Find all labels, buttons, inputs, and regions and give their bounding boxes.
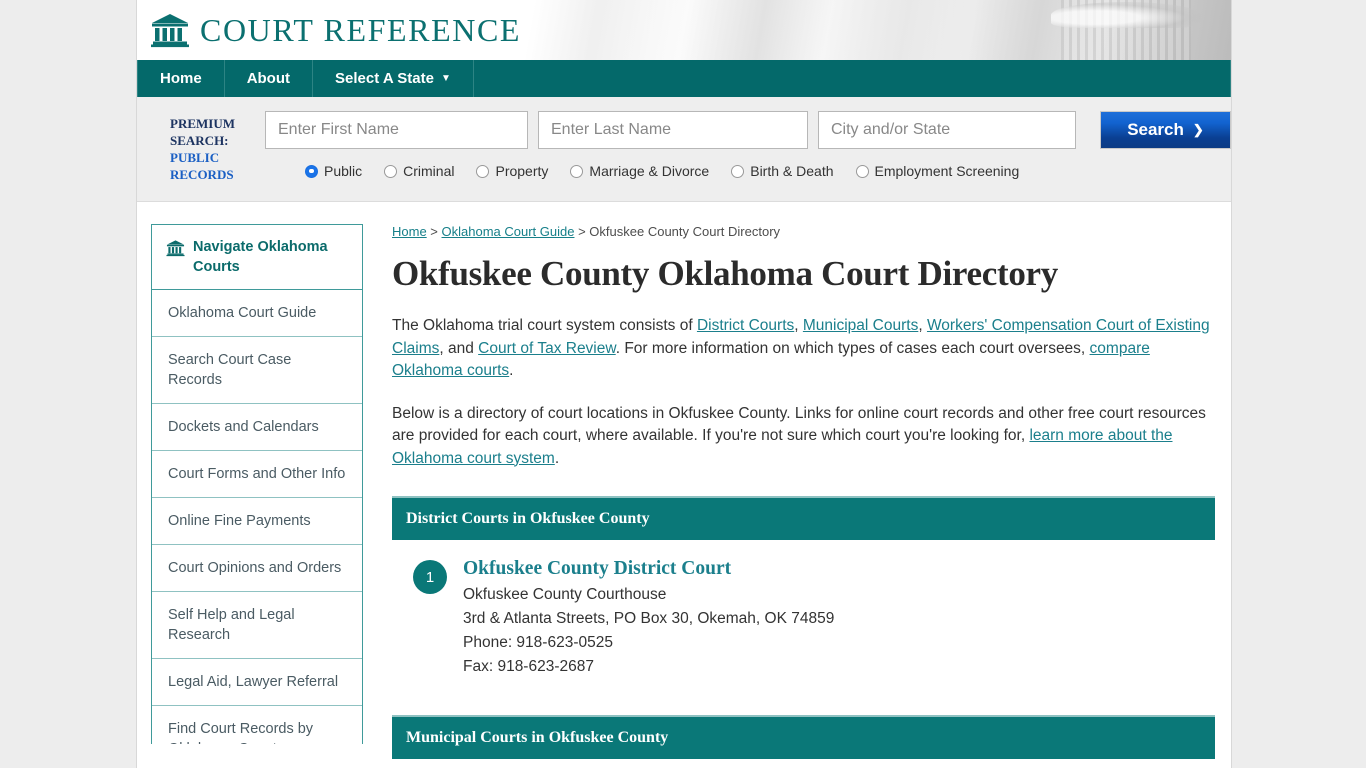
chevron-right-icon: ❯: [1192, 122, 1204, 137]
radio-label-criminal: Criminal: [403, 163, 455, 179]
radio-option-public[interactable]: Public: [305, 163, 362, 179]
court-building-name: Okfuskee County Courthouse: [463, 586, 667, 603]
sidebar-item-search-court-case-records[interactable]: Search Court Case Records: [152, 337, 362, 404]
court-phone: Phone: 918-623-0525: [463, 634, 613, 651]
site-logo[interactable]: COURT REFERENCE: [137, 0, 1231, 60]
premium-label-line-4: RECORDS: [170, 167, 234, 182]
para1-text-5: . For more information on which types of…: [615, 339, 1090, 357]
sidebar-header: Navigate Oklahoma Courts: [152, 225, 362, 290]
sidebar-item-court-forms-and-other-info[interactable]: Court Forms and Other Info: [152, 451, 362, 498]
court-listing: 1 Okfuskee County District Court Okfuske…: [392, 540, 1215, 689]
radio-label-property: Property: [495, 163, 549, 179]
para2-text-2: .: [554, 449, 560, 467]
sidebar-item-court-opinions-and-orders[interactable]: Court Opinions and Orders: [152, 545, 362, 592]
nav-item-select-a-state[interactable]: Select A State ▼: [313, 60, 474, 97]
premium-label-line-2: SEARCH:: [170, 133, 229, 148]
main-navigation: Home About Select A State ▼: [137, 60, 1231, 97]
sidebar-item-dockets-and-calendars[interactable]: Dockets and Calendars: [152, 404, 362, 451]
radio-label-employment-screening: Employment Screening: [874, 163, 1020, 179]
intro-paragraph-1: The Oklahoma trial court system consists…: [392, 315, 1215, 383]
premium-search-bar: PREMIUM SEARCH: PUBLIC RECORDS Search ❯: [137, 97, 1231, 202]
radio-option-employment-screening[interactable]: Employment Screening: [855, 163, 1020, 179]
breadcrumb: Home > Oklahoma Court Guide > Okfuskee C…: [392, 224, 1215, 239]
search-button-label: Search: [1127, 120, 1184, 139]
radio-option-birth-death[interactable]: Birth & Death: [731, 163, 834, 179]
court-address: 3rd & Atlanta Streets, PO Box 30, Okemah…: [463, 610, 835, 627]
para1-text-6: .: [509, 362, 514, 379]
link-municipal-courts[interactable]: Municipal Courts: [803, 317, 918, 334]
breadcrumb-link-oklahoma-court-guide[interactable]: Oklahoma Court Guide: [442, 224, 575, 239]
sidebar-item-legal-aid-lawyer-referral[interactable]: Legal Aid, Lawyer Referral: [152, 659, 362, 706]
sidebar-item-online-fine-payments[interactable]: Online Fine Payments: [152, 498, 362, 545]
content-area: Navigate Oklahoma Courts Oklahoma Court …: [137, 202, 1231, 759]
radio-label-birth-death: Birth & Death: [750, 163, 834, 179]
para1-text-1: The Oklahoma trial court system consists…: [392, 317, 697, 334]
link-district-courts[interactable]: District Courts: [697, 317, 794, 334]
nav-item-about-label: About: [246, 70, 291, 87]
sidebar-item-self-help-and-legal-research[interactable]: Self Help and Legal Research: [152, 592, 362, 659]
premium-search-label: PREMIUM SEARCH: PUBLIC RECORDS: [170, 111, 265, 183]
radio-option-property[interactable]: Property: [476, 163, 548, 179]
last-name-input[interactable]: [538, 111, 808, 149]
intro-paragraph-2: Below is a directory of court locations …: [392, 403, 1215, 471]
search-category-radios: Public Criminal Property Marriage & Divo…: [265, 163, 1231, 179]
section-heading-district-courts: District Courts in Okfuskee County: [392, 496, 1215, 540]
page-title: Okfuskee County Oklahoma Court Directory: [392, 254, 1058, 293]
radio-indicator-marriage-divorce[interactable]: [570, 164, 584, 178]
sidebar-header-label: Navigate Oklahoma Courts: [193, 239, 328, 275]
search-field-row: Search ❯: [265, 111, 1231, 149]
courthouse-icon: [150, 12, 190, 48]
nav-spacer: [474, 60, 1231, 97]
first-name-input[interactable]: [265, 111, 528, 149]
radio-indicator-criminal[interactable]: [384, 164, 398, 178]
radio-option-marriage-divorce[interactable]: Marriage & Divorce: [570, 163, 709, 179]
breadcrumb-separator-2: >: [574, 224, 590, 239]
radio-indicator-public[interactable]: [305, 164, 318, 178]
courthouse-icon: [166, 237, 185, 257]
city-state-input[interactable]: [818, 111, 1076, 149]
court-name-link[interactable]: Okfuskee County District Court: [463, 558, 1215, 580]
nav-item-select-a-state-label: Select A State: [335, 70, 434, 87]
para1-text-3: ,: [918, 317, 927, 334]
para1-text-2: ,: [794, 317, 803, 334]
radio-indicator-property[interactable]: [476, 164, 490, 178]
premium-label-line-1: PREMIUM: [170, 116, 235, 131]
premium-label-line-3: PUBLIC: [170, 150, 220, 165]
radio-option-criminal[interactable]: Criminal: [384, 163, 454, 179]
breadcrumb-link-home[interactable]: Home: [392, 224, 427, 239]
radio-label-marriage-divorce: Marriage & Divorce: [589, 163, 710, 179]
masthead: COURT REFERENCE: [137, 0, 1231, 60]
radio-indicator-birth-death[interactable]: [731, 164, 745, 178]
nav-item-home[interactable]: Home: [137, 60, 225, 97]
sidebar-item-oklahoma-court-guide[interactable]: Oklahoma Court Guide: [152, 290, 362, 337]
chevron-down-icon: ▼: [440, 73, 451, 84]
page-container: COURT REFERENCE Home About Select A Stat…: [136, 0, 1232, 768]
breadcrumb-separator-1: >: [426, 224, 442, 239]
link-court-of-tax-review[interactable]: Court of Tax Review: [478, 340, 616, 357]
sidebar-item-find-court-records-by-oklahoma-county[interactable]: Find Court Records by Oklahoma County: [152, 706, 362, 744]
search-button[interactable]: Search ❯: [1100, 111, 1231, 149]
para1-text-4: , and: [439, 339, 479, 357]
nav-item-about[interactable]: About: [225, 60, 314, 97]
nav-item-home-label: Home: [160, 70, 202, 87]
court-listing-details: Okfuskee County District Court Okfuskee …: [463, 558, 1215, 679]
breadcrumb-current: Okfuskee County Court Directory: [589, 224, 781, 239]
radio-indicator-employment-screening[interactable]: [855, 164, 869, 178]
main-column: Home > Oklahoma Court Guide > Okfuskee C…: [363, 224, 1231, 759]
radio-label-public: Public: [324, 163, 363, 179]
court-fax: Fax: 918-623-2687: [463, 658, 594, 675]
sidebar-navigation: Navigate Oklahoma Courts Oklahoma Court …: [151, 224, 363, 744]
section-heading-municipal-courts: Municipal Courts in Okfuskee County: [392, 715, 1215, 759]
site-title: COURT REFERENCE: [200, 11, 522, 48]
court-listing-number: 1: [413, 560, 447, 594]
